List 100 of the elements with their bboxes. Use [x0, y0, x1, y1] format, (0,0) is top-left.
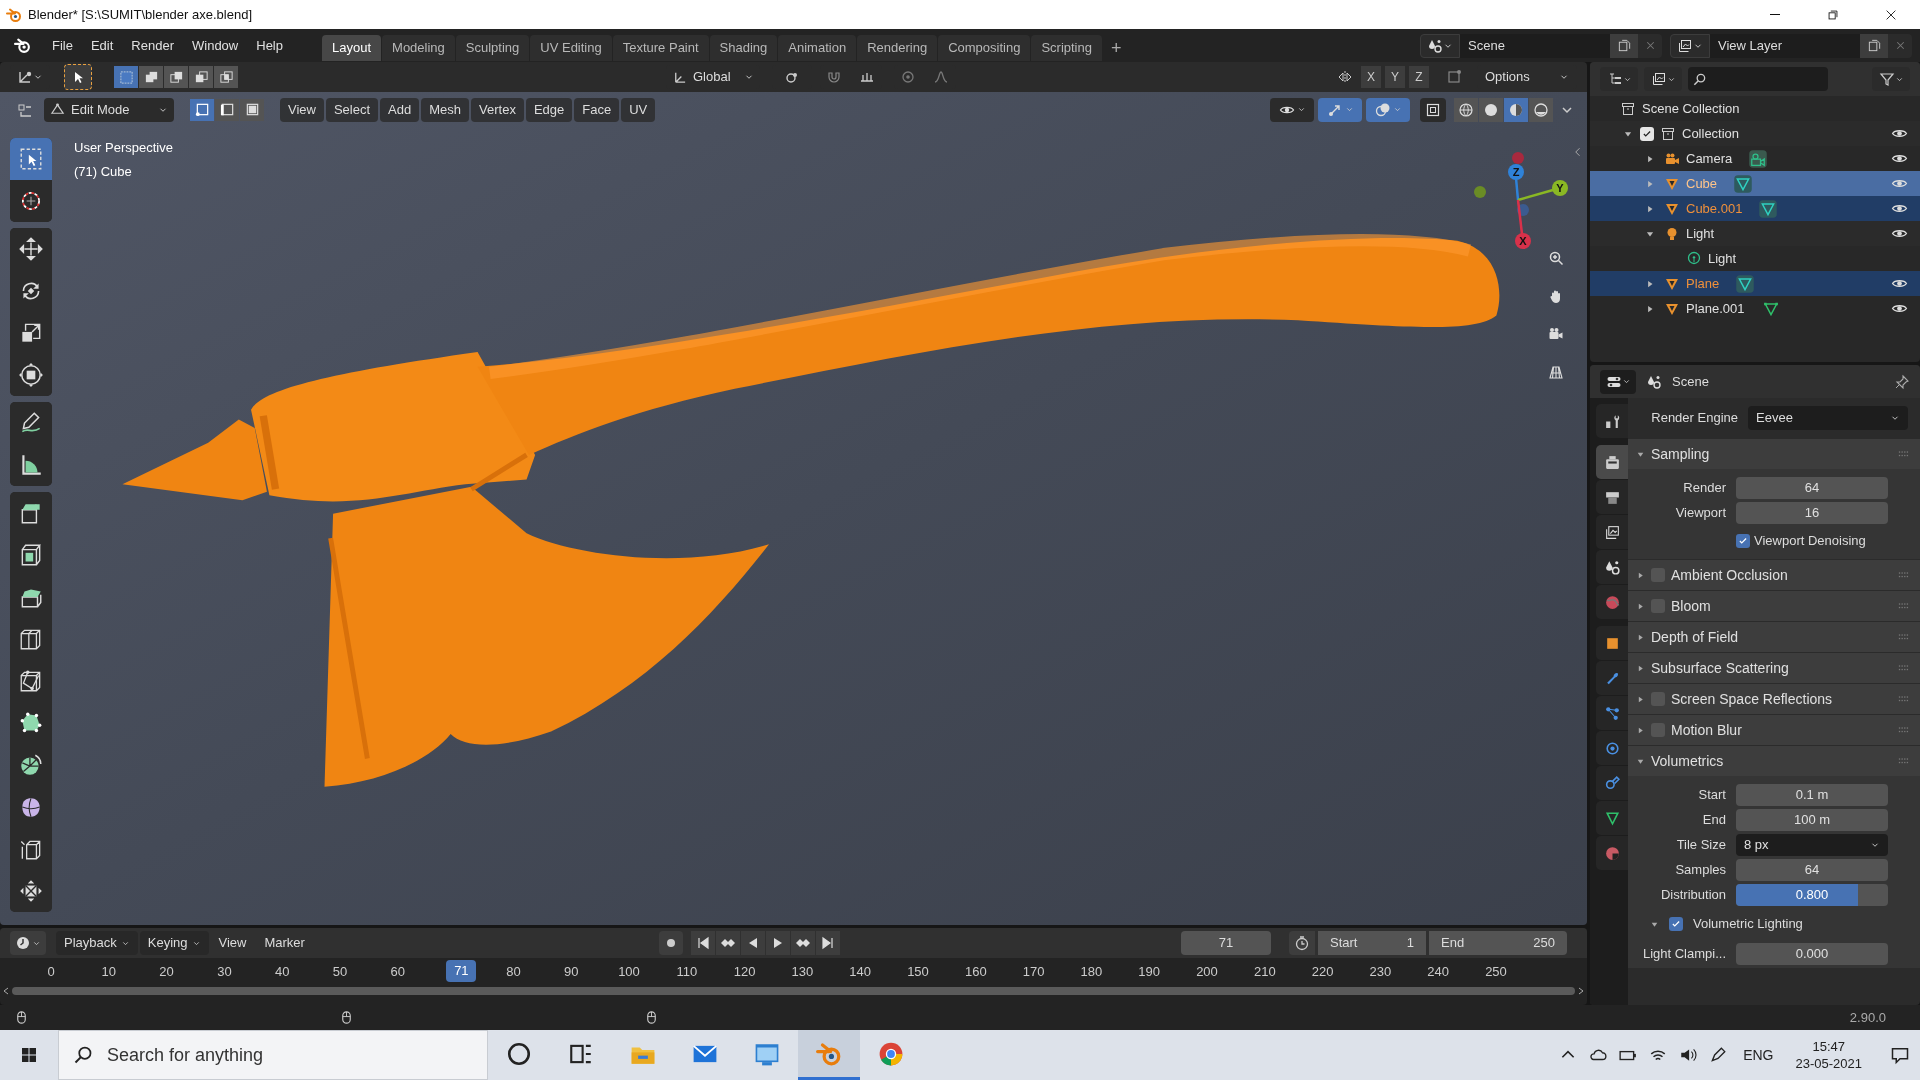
frame-number: 40	[273, 963, 291, 981]
menu-dropdown[interactable]: Keying	[139, 931, 209, 955]
field-label: Samples	[1674, 860, 1726, 879]
field-label: Render Engine	[1650, 409, 1738, 428]
menu-item[interactable]: UV	[621, 97, 656, 122]
field-label: Light Clampi...	[1641, 944, 1726, 963]
panel-header[interactable]: Bloom	[1628, 591, 1920, 621]
dropdown[interactable]: 8 px	[1736, 833, 1888, 856]
workspace-tab[interactable]: Modeling	[382, 34, 455, 61]
menu-item[interactable]: View	[280, 97, 324, 122]
frame-number: 210	[1252, 963, 1277, 981]
search-field[interactable]: Search for anything	[58, 1030, 488, 1080]
frame-number: 0	[46, 963, 56, 981]
x-axis-handle[interactable]: X	[1515, 199, 1531, 249]
menu-item[interactable]: Mesh	[421, 97, 470, 122]
outliner-row[interactable]: Plane	[1590, 271, 1920, 296]
panel-header[interactable]: Sampling	[1628, 439, 1920, 469]
workspace-tab[interactable]: Scripting	[1031, 34, 1102, 61]
axis-toggle[interactable]: X	[1361, 66, 1381, 88]
slider[interactable]: 0.800	[1736, 883, 1888, 906]
z-axis-handle[interactable]: Z	[1508, 164, 1524, 201]
panel-title: Volumetrics	[1651, 751, 1724, 771]
field-label: Render	[1682, 478, 1726, 497]
field-label: Start	[1697, 785, 1726, 804]
workspace-tab[interactable]: Layout	[322, 34, 382, 61]
view-layer-field[interactable]: View Layer	[1710, 33, 1860, 58]
outliner-label: Cube	[1686, 174, 1718, 193]
start-frame-field[interactable]: Start 1	[1318, 931, 1426, 955]
end-frame-field[interactable]: End 250	[1429, 931, 1567, 955]
outliner-label: Camera	[1686, 149, 1733, 168]
panel-header[interactable]: Subsurface Scattering	[1628, 653, 1920, 683]
workspace-tab[interactable]: UV Editing	[530, 34, 612, 61]
menu-item[interactable]: Edge	[525, 97, 573, 122]
number-field[interactable]: 64	[1736, 858, 1888, 881]
y-axis-handle[interactable]: Y	[1517, 180, 1568, 202]
field-label: End	[1701, 810, 1726, 829]
axis-toggle[interactable]: Z	[1409, 66, 1429, 88]
frame-number: 30	[216, 963, 233, 981]
axis-toggle[interactable]: Y	[1385, 66, 1405, 88]
panel-title: Subsurface Scattering	[1651, 658, 1789, 678]
frame-number: 80	[505, 963, 522, 981]
workspace-tab[interactable]: Animation	[778, 34, 857, 61]
number-field[interactable]: 16	[1736, 501, 1888, 524]
current-frame-field[interactable]: 71	[1181, 931, 1271, 955]
menu-item[interactable]: Marker	[256, 931, 313, 955]
number-field[interactable]: 100 m	[1736, 808, 1888, 831]
frame-number: 230	[1368, 963, 1393, 981]
frame-number: 20	[158, 963, 175, 981]
frame-number: 160	[963, 963, 988, 981]
clock-time[interactable]: 15:47	[1812, 1038, 1845, 1055]
menu-dropdown[interactable]: Playback	[56, 931, 138, 955]
panel-title: Screen Space Reflections	[1671, 689, 1833, 709]
add-workspace-button[interactable]: +	[1102, 34, 1130, 61]
menu-item[interactable]: Add	[380, 97, 420, 122]
menu-item[interactable]: Edit	[81, 33, 123, 58]
context-label: Scene	[1672, 372, 1709, 391]
playhead[interactable]: 71	[446, 960, 477, 982]
panel-title: Motion Blur	[1671, 720, 1742, 740]
version-label: 2.90.0	[1849, 1008, 1886, 1027]
workspace-tab[interactable]: Shading	[709, 34, 778, 61]
menu-item[interactable]: Window	[183, 33, 248, 58]
frame-number: 10	[100, 963, 118, 981]
frame-number: 150	[906, 963, 930, 981]
menu-item[interactable]: View	[210, 931, 255, 955]
workspace-tab[interactable]: Rendering	[857, 34, 938, 61]
outliner-label: Collection	[1682, 124, 1740, 143]
menu-item[interactable]: Vertex	[471, 97, 524, 122]
menu-item[interactable]: Select	[325, 97, 379, 122]
clock-date[interactable]: 23-05-2021	[1795, 1055, 1862, 1072]
panel-title: Ambient Occlusion	[1671, 565, 1788, 585]
view-name-label: User Perspective	[74, 139, 173, 157]
subpanel-title[interactable]: Volumetric Lighting	[1693, 914, 1803, 934]
menu-item[interactable]: Face	[574, 97, 620, 122]
number-field[interactable]: 0.000	[1736, 942, 1888, 965]
panel-header[interactable]: Volumetrics	[1628, 746, 1920, 776]
menu-item[interactable]: File	[43, 33, 82, 58]
frame-number: 130	[790, 963, 815, 981]
outliner-label: Plane	[1686, 274, 1720, 293]
panel-title: Depth of Field	[1651, 627, 1739, 647]
panel-header[interactable]: Depth of Field	[1628, 622, 1920, 652]
object-info-label: (71) Cube	[74, 162, 133, 181]
language-indicator[interactable]: ENG	[1743, 1044, 1774, 1066]
panel-header[interactable]: Ambient Occlusion	[1628, 560, 1920, 590]
panel-header[interactable]: Motion Blur	[1628, 715, 1920, 745]
workspace-tab[interactable]: Sculpting	[455, 34, 530, 61]
frame-number: 50	[331, 963, 349, 981]
scene-field[interactable]: Scene	[1460, 33, 1610, 58]
number-field[interactable]: 64	[1736, 476, 1888, 499]
number-field[interactable]: 0.1 m	[1736, 783, 1888, 806]
render-engine-dropdown[interactable]: Eevee	[1748, 406, 1908, 430]
mode-dropdown[interactable]: Edit Mode	[44, 97, 174, 122]
panel-header[interactable]: Screen Space Reflections	[1628, 684, 1920, 714]
workspace-tab[interactable]: Texture Paint	[612, 34, 709, 61]
outliner-label: Light	[1686, 224, 1715, 243]
workspace-tab[interactable]: Compositing	[938, 34, 1031, 61]
menu-item[interactable]: Help	[247, 33, 292, 58]
menu-item[interactable]: Render	[122, 33, 183, 58]
frame-number: 120	[732, 963, 757, 981]
search-placeholder: Search for anything	[107, 1043, 264, 1067]
outliner-row[interactable]: Cube.001	[1590, 196, 1920, 221]
